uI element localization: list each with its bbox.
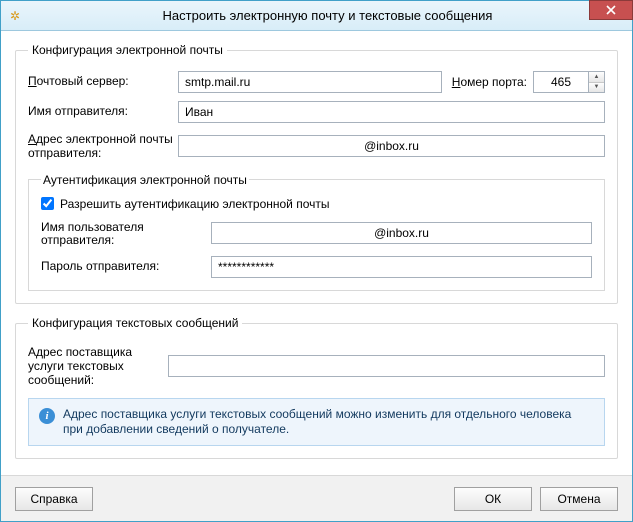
ok-button[interactable]: ОК xyxy=(454,487,532,511)
dialog-window: ✲ Настроить электронную почту и текстовы… xyxy=(0,0,633,522)
port-spinner[interactable]: ▲ ▼ xyxy=(533,71,605,93)
titlebar[interactable]: ✲ Настроить электронную почту и текстовы… xyxy=(1,1,632,31)
sender-address-label: Адрес электронной почты отправителя: xyxy=(28,131,178,161)
port-input[interactable] xyxy=(533,71,589,93)
help-button[interactable]: Справка xyxy=(15,487,93,511)
info-icon: i xyxy=(39,408,55,424)
auth-legend: Аутентификация электронной почты xyxy=(41,173,249,187)
client-area: Конфигурация электронной почты Почтовый … xyxy=(1,31,632,475)
sender-name-input[interactable] xyxy=(178,101,605,123)
auth-user-label: Имя пользователя отправителя: xyxy=(41,219,211,249)
window-title: Настроить электронную почту и текстовые … xyxy=(29,8,626,23)
sender-name-label: Имя отправителя: xyxy=(28,105,178,119)
port-down-button[interactable]: ▼ xyxy=(589,83,604,93)
text-config-legend: Конфигурация текстовых сообщений xyxy=(28,316,242,330)
mail-server-label: Почтовый сервер: xyxy=(28,75,178,89)
auth-enable-checkbox[interactable] xyxy=(41,197,54,210)
port-up-button[interactable]: ▲ xyxy=(589,72,604,83)
button-bar: Справка ОК Отмена xyxy=(1,475,632,521)
cancel-button[interactable]: Отмена xyxy=(540,487,618,511)
auth-group: Аутентификация электронной почты Разреши… xyxy=(28,173,605,292)
info-box: i Адрес поставщика услуги текстовых сооб… xyxy=(28,398,605,446)
close-button[interactable] xyxy=(589,0,633,20)
mail-server-input[interactable] xyxy=(178,71,442,93)
auth-enable-label: Разрешить аутентификацию электронной поч… xyxy=(60,197,330,211)
sender-address-input[interactable] xyxy=(178,135,605,157)
info-text: Адрес поставщика услуги текстовых сообще… xyxy=(63,407,594,437)
email-config-legend: Конфигурация электронной почты xyxy=(28,43,227,57)
text-provider-input[interactable] xyxy=(168,355,605,377)
email-config-group: Конфигурация электронной почты Почтовый … xyxy=(15,43,618,304)
app-icon: ✲ xyxy=(7,8,23,24)
port-label: Номер порта: xyxy=(452,75,527,89)
auth-password-input[interactable] xyxy=(211,256,592,278)
auth-password-label: Пароль отправителя: xyxy=(41,260,211,274)
text-config-group: Конфигурация текстовых сообщений Адрес п… xyxy=(15,316,618,458)
close-icon xyxy=(606,5,616,15)
text-provider-label: Адрес поставщика услуги текстовых сообще… xyxy=(28,344,168,387)
auth-user-input[interactable] xyxy=(211,222,592,244)
